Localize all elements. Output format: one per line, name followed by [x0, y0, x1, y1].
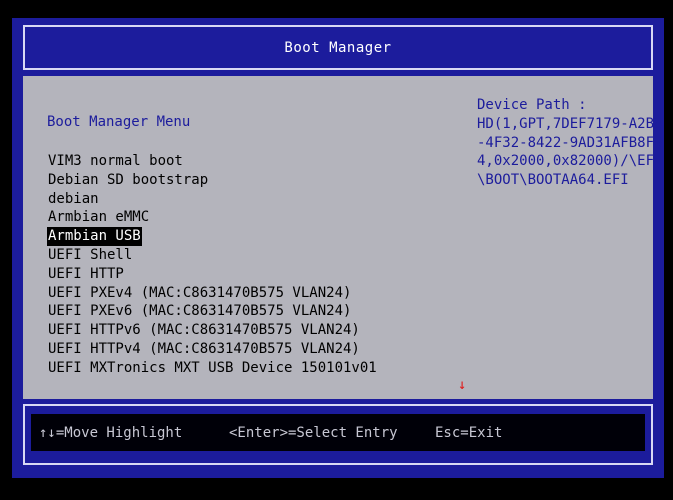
boot-entry-selected[interactable]: Armbian USB [47, 227, 378, 246]
device-path-line: \BOOT\BOOTAA64.EFI [477, 172, 629, 189]
boot-entry-label: UEFI HTTP [48, 265, 124, 282]
device-path-label: Device Path : [477, 97, 587, 113]
boot-entry-label: UEFI MXTronics MXT USB Device 150101v01 [48, 359, 377, 376]
boot-entry-label: UEFI Shell [48, 246, 133, 263]
boot-entry-label: UEFI PXEv6 (MAC:C8631470B575 VLAN24) [48, 303, 352, 320]
boot-entry[interactable]: debian [47, 190, 378, 209]
boot-entry[interactable]: UEFI PXEv4 (MAC:C8631470B575 VLAN24) [47, 284, 378, 303]
boot-entry[interactable]: Debian SD bootstrap [47, 171, 378, 190]
device-path-line: 4,0x2000,0x82000)/\EFI [477, 153, 663, 170]
hint-select-entry: <Enter>=Select Entry [229, 425, 398, 441]
help-bar: ↑↓=Move Highlight <Enter>=Select Entry E… [31, 414, 645, 451]
page-title: Boot Manager [284, 39, 392, 56]
boot-entry[interactable]: UEFI Shell [47, 246, 378, 265]
bios-screen: Boot Manager Boot Manager Menu VIM3 norm… [12, 18, 664, 478]
device-path-line: -4F32-8422-9AD31AFB8FB [477, 134, 663, 151]
boot-entry[interactable]: UEFI HTTPv6 (MAC:C8631470B575 VLAN24) [47, 321, 378, 340]
boot-entry-label: VIM3 normal boot [48, 153, 183, 169]
boot-entry-label: Debian SD bootstrap [48, 171, 209, 188]
down-arrow-icon: ↓ [458, 377, 467, 393]
boot-entry[interactable]: UEFI HTTPv4 (MAC:C8631470B575 VLAN24) [47, 340, 378, 359]
title-bar: Boot Manager [23, 25, 653, 70]
hint-exit: Esc=Exit [435, 425, 503, 441]
boot-entry-label: debian [48, 190, 99, 207]
boot-entry-label: UEFI PXEv4 (MAC:C8631470B575 VLAN24) [48, 284, 352, 301]
menu-title: Boot Manager Menu [47, 114, 191, 130]
boot-entry[interactable]: UEFI PXEv6 (MAC:C8631470B575 VLAN24) [47, 302, 378, 321]
boot-entry[interactable]: Armbian eMMC [47, 208, 378, 227]
boot-menu-panel: Boot Manager Menu VIM3 normal boot Debia… [23, 76, 663, 399]
boot-entry[interactable]: UEFI MXTronics MXT USB Device 150101v01 [47, 359, 378, 378]
boot-entry-label: UEFI HTTPv4 (MAC:C8631470B575 VLAN24) [48, 340, 360, 357]
boot-entry-list: VIM3 normal boot Debian SD bootstrap deb… [47, 152, 378, 378]
device-path-panel: Device Path : HD(1,GPT,7DEF7179-A2B8 -4F… [477, 96, 663, 190]
boot-entry[interactable]: UEFI HTTP [47, 265, 378, 284]
boot-entry[interactable]: VIM3 normal boot [47, 152, 378, 171]
boot-entry-label: Armbian USB [47, 227, 142, 246]
help-footer: ↑↓=Move Highlight <Enter>=Select Entry E… [23, 404, 653, 465]
boot-entry-label: Armbian eMMC [48, 209, 150, 226]
device-path-line: HD(1,GPT,7DEF7179-A2B8 [477, 115, 663, 132]
boot-entry-label: UEFI HTTPv6 (MAC:C8631470B575 VLAN24) [48, 322, 360, 339]
hint-move-highlight: ↑↓=Move Highlight [39, 425, 183, 441]
